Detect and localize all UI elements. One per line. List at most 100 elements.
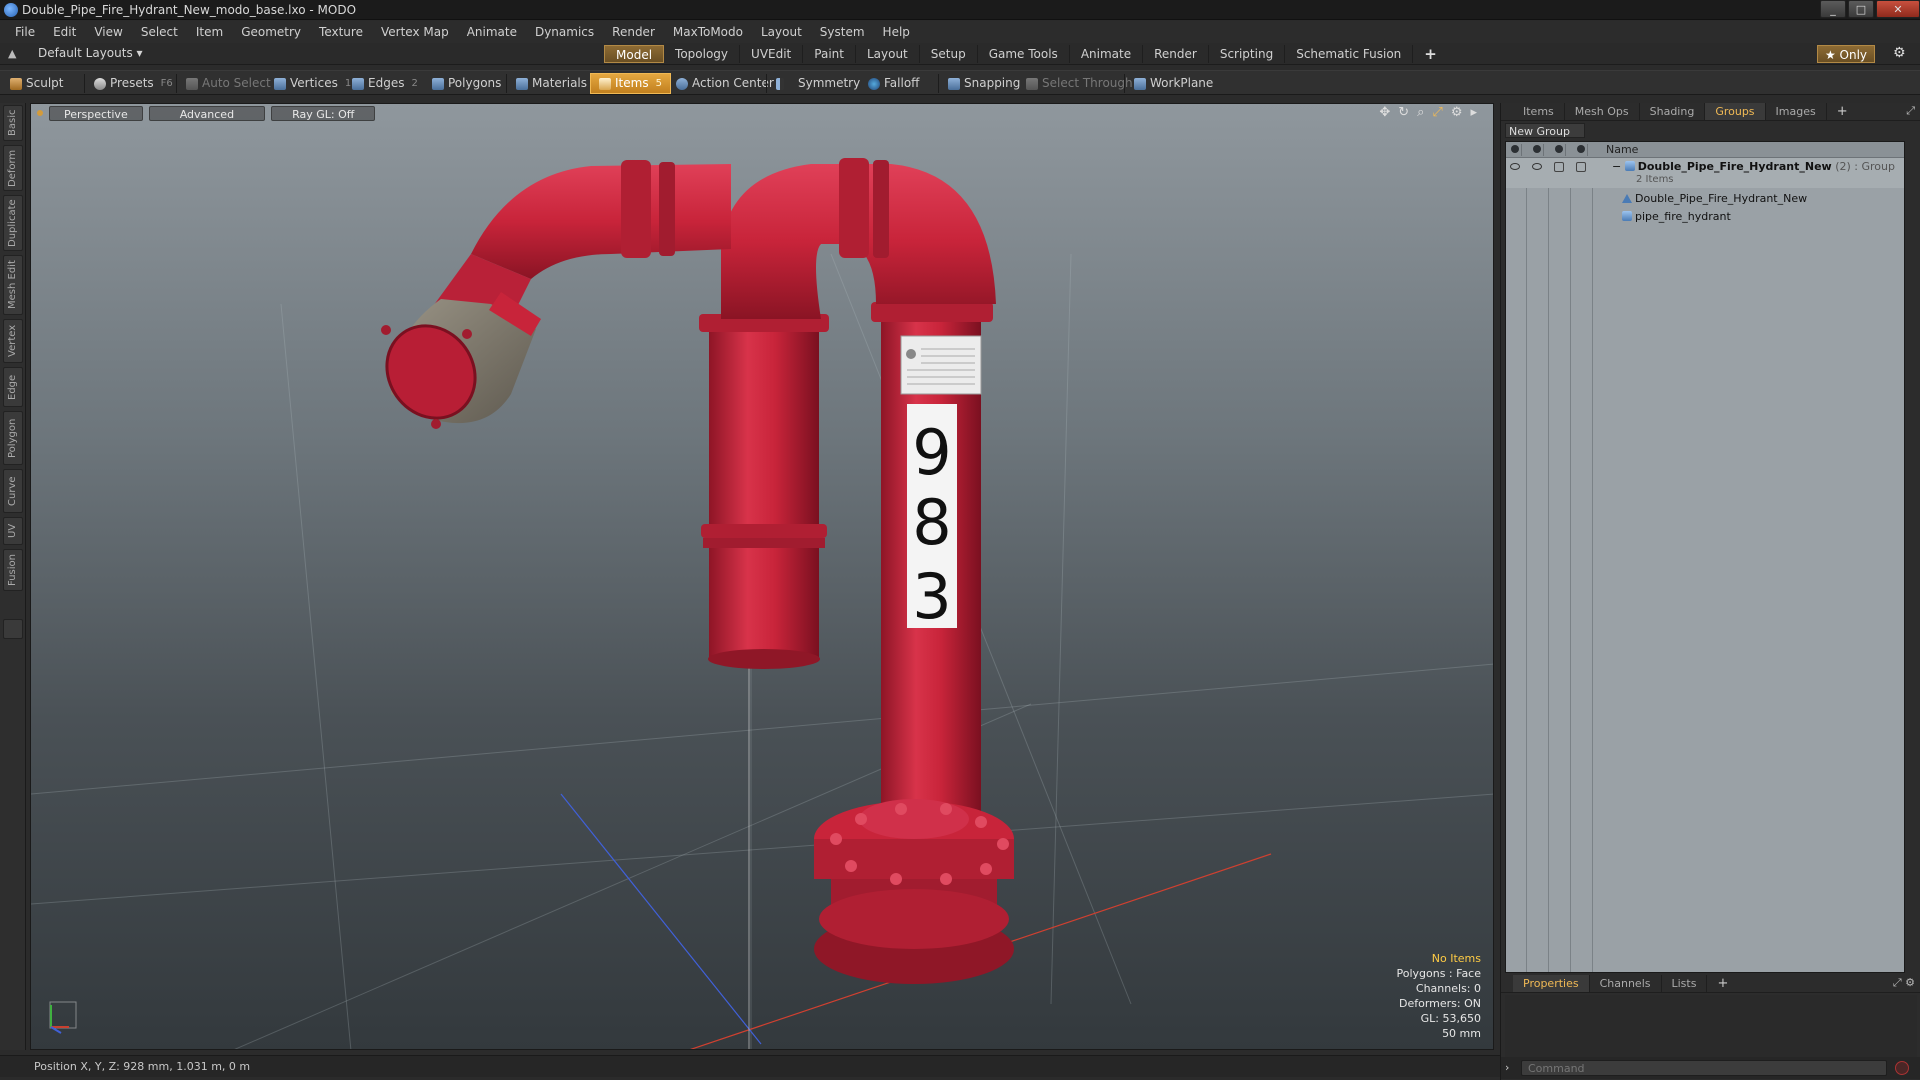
left-tab-curve[interactable]: Curve — [3, 469, 23, 513]
left-tab-vertex[interactable]: Vertex — [3, 319, 23, 363]
panel-add-tab-button[interactable]: + — [1827, 103, 1858, 120]
items-button[interactable]: Items 5 — [590, 73, 671, 94]
panel-tab-shading[interactable]: Shading — [1640, 103, 1706, 120]
minimize-button[interactable]: _ — [1820, 0, 1846, 18]
viewport-gear-icon[interactable]: ⚙ — [1451, 105, 1463, 120]
menu-edit[interactable]: Edit — [44, 21, 85, 43]
command-stop-icon[interactable] — [1895, 1061, 1909, 1075]
maximize-button[interactable]: □ — [1848, 0, 1874, 18]
left-tab-basic[interactable]: Basic — [3, 105, 23, 141]
menu-render[interactable]: Render — [603, 21, 664, 43]
group-expand-icon[interactable]: − — [1612, 160, 1625, 173]
tab-setup[interactable]: Setup — [920, 45, 978, 63]
left-tab-duplicate[interactable]: Duplicate — [3, 195, 23, 251]
properties-expand-icon[interactable]: ⤢ ⚙ — [1893, 976, 1915, 990]
menu-select[interactable]: Select — [132, 21, 187, 43]
auto-select-button[interactable]: Auto Select — [182, 73, 271, 94]
menu-layout[interactable]: Layout — [752, 21, 811, 43]
select-column-icon[interactable] — [1574, 144, 1588, 156]
zoom-view-icon[interactable]: ⌕ — [1417, 105, 1424, 120]
menu-vertex-map[interactable]: Vertex Map — [372, 21, 458, 43]
polygons-button[interactable]: Polygons — [428, 73, 501, 94]
left-tab-edge[interactable]: Edge — [3, 367, 23, 407]
tab-scripting[interactable]: Scripting — [1209, 45, 1286, 63]
group-visibility-eye-icon[interactable] — [1510, 163, 1520, 170]
raygl-toggle[interactable]: Ray GL: Off — [271, 105, 376, 121]
view-mode-dropdown[interactable]: Perspective — [49, 105, 143, 121]
tree-row-mesh[interactable]: Double_Pipe_Fire_Hydrant_New — [1506, 190, 1904, 208]
menu-dynamics[interactable]: Dynamics — [526, 21, 603, 43]
snapping-button[interactable]: Snapping — [944, 73, 1020, 94]
panel-tab-items[interactable]: Items — [1513, 103, 1565, 120]
tree-row-group[interactable]: − Double_Pipe_Fire_Hydrant_New (2) : Gro… — [1506, 158, 1904, 188]
menu-file[interactable]: File — [6, 21, 44, 43]
default-layouts-dropdown[interactable]: Default Layouts ▾ — [38, 46, 143, 60]
left-tab-fusion[interactable]: Fusion — [3, 549, 23, 591]
fit-view-icon[interactable]: ⤢ — [1432, 105, 1442, 120]
tab-uvedit[interactable]: UVEdit — [740, 45, 804, 63]
left-tab-extra[interactable] — [3, 619, 23, 639]
add-layout-tab-button[interactable]: + — [1413, 45, 1448, 63]
lock-column-icon[interactable] — [1552, 144, 1566, 156]
panel-tab-properties[interactable]: Properties — [1513, 975, 1590, 992]
left-tab-uv[interactable]: UV — [3, 517, 23, 545]
left-tab-mesh-edit[interactable]: Mesh Edit — [3, 255, 23, 315]
group-select-checkbox[interactable] — [1576, 162, 1586, 172]
gear-icon[interactable]: ⚙ — [1893, 45, 1906, 61]
move-view-icon[interactable]: ✥ — [1379, 105, 1390, 120]
select-through-button[interactable]: Select Through — [1022, 73, 1133, 94]
action-center-button[interactable]: Action Center — [672, 73, 774, 94]
menu-geometry[interactable]: Geometry — [232, 21, 310, 43]
tab-render[interactable]: Render — [1143, 45, 1209, 63]
viewport-menu-dot-icon[interactable] — [37, 110, 43, 116]
vertices-button[interactable]: Vertices 1 — [270, 73, 351, 94]
3d-viewport[interactable]: 9 8 3 Perspective Advanced Ray GL: Off ✥… — [30, 103, 1494, 1050]
tab-game-tools[interactable]: Game Tools — [978, 45, 1070, 63]
command-history-arrow-icon[interactable]: › — [1505, 1061, 1509, 1074]
name-column-header[interactable]: Name — [1606, 143, 1638, 156]
render-column-icon[interactable] — [1530, 144, 1544, 156]
visibility-column-icon[interactable] — [1508, 144, 1522, 156]
only-toggle-button[interactable]: ★ Only — [1817, 45, 1875, 63]
workplane-button[interactable]: WorkPlane — [1130, 73, 1213, 94]
tab-topology[interactable]: Topology — [664, 45, 741, 63]
tab-paint[interactable]: Paint — [803, 45, 856, 63]
menu-view[interactable]: View — [85, 21, 131, 43]
panel-tab-lists[interactable]: Lists — [1662, 975, 1708, 992]
edges-button[interactable]: Edges 2 — [348, 73, 418, 94]
command-input[interactable] — [1521, 1060, 1887, 1076]
left-tab-deform[interactable]: Deform — [3, 145, 23, 191]
panel-tab-images[interactable]: Images — [1766, 103, 1827, 120]
groups-tree[interactable]: Name − Double_Pipe_Fire_Hydrant_New (2) … — [1505, 141, 1905, 973]
menu-item[interactable]: Item — [187, 21, 232, 43]
rotate-view-icon[interactable]: ↻ — [1398, 105, 1409, 120]
left-tab-polygon[interactable]: Polygon — [3, 411, 23, 465]
group-render-eye-icon[interactable] — [1532, 163, 1542, 170]
menu-maxtomodo[interactable]: MaxToModo — [664, 21, 752, 43]
group-lock-checkbox[interactable] — [1554, 162, 1564, 172]
presets-button[interactable]: Presets F6 — [90, 73, 173, 94]
materials-button[interactable]: Materials — [512, 73, 587, 94]
falloff-button[interactable]: Falloff — [864, 73, 919, 94]
viewport-expand-icon[interactable]: ▸ — [1470, 105, 1477, 120]
layout-up-arrow-icon[interactable]: ▲ — [8, 47, 16, 60]
tree-row-item[interactable]: pipe_fire_hydrant — [1506, 208, 1904, 226]
shading-mode-dropdown[interactable]: Advanced — [148, 105, 266, 121]
menu-help[interactable]: Help — [874, 21, 919, 43]
menu-texture[interactable]: Texture — [310, 21, 372, 43]
symmetry-button[interactable]: Symmetry — [772, 73, 860, 94]
sculpt-button[interactable]: Sculpt — [6, 73, 63, 94]
tab-model[interactable]: Model — [604, 45, 665, 63]
menu-animate[interactable]: Animate — [458, 21, 526, 43]
tab-layout[interactable]: Layout — [856, 45, 920, 63]
panel-tab-channels[interactable]: Channels — [1590, 975, 1662, 992]
properties-add-tab-button[interactable]: + — [1707, 975, 1738, 992]
panel-expand-icon[interactable]: ⤢ — [1906, 104, 1915, 118]
new-group-button[interactable]: New Group — [1505, 123, 1585, 138]
tab-animate[interactable]: Animate — [1070, 45, 1144, 63]
panel-tab-mesh-ops[interactable]: Mesh Ops — [1565, 103, 1640, 120]
menu-system[interactable]: System — [811, 21, 874, 43]
close-button[interactable]: ✕ — [1876, 0, 1920, 18]
tab-schematic-fusion[interactable]: Schematic Fusion — [1285, 45, 1414, 63]
panel-tab-groups[interactable]: Groups — [1705, 103, 1766, 120]
